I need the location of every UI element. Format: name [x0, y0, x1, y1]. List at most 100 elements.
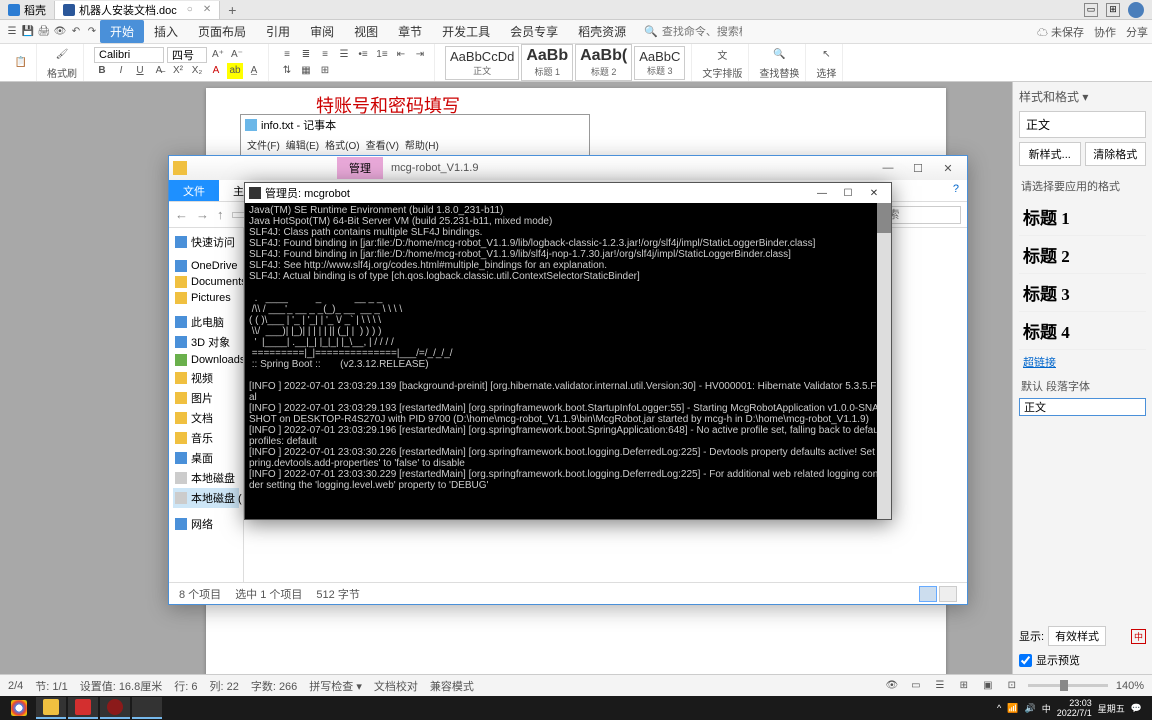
menu-dev[interactable]: 开发工具: [432, 20, 500, 43]
view-outline-icon[interactable]: ☰: [932, 678, 948, 694]
indent-dec-icon[interactable]: ⇤: [393, 47, 409, 63]
sidebar-3d[interactable]: 3D 对象: [173, 332, 239, 352]
maximize-button[interactable]: ☐: [903, 158, 933, 178]
char-count[interactable]: 字数: 266: [251, 678, 297, 694]
sidebar-docs[interactable]: 文档: [173, 408, 239, 428]
scroll-thumb[interactable]: [877, 203, 891, 233]
print-icon[interactable]: 🖨: [36, 24, 52, 40]
avatar[interactable]: [1128, 2, 1144, 18]
border-icon[interactable]: ⊞: [317, 63, 333, 79]
font-color-button[interactable]: A: [208, 63, 224, 79]
explorer-ribbon-tab[interactable]: 管理: [337, 157, 383, 179]
grid-icon[interactable]: ⊞: [1106, 3, 1120, 17]
tab-close-icon[interactable]: ○: [187, 4, 193, 15]
preview-checkbox[interactable]: [1019, 654, 1032, 667]
shrink-font-icon[interactable]: A⁻: [229, 47, 245, 63]
notepad-menu-format[interactable]: 格式(O): [325, 137, 359, 152]
notepad-menu-edit[interactable]: 编辑(E): [286, 137, 319, 152]
minimize-button[interactable]: —: [873, 158, 903, 178]
tray-clock[interactable]: 23:03 2022/7/1: [1057, 698, 1092, 718]
sidebar-music[interactable]: 音乐: [173, 428, 239, 448]
notification-icon[interactable]: 💬: [1131, 703, 1142, 714]
terminal-titlebar[interactable]: 管理员: mcgrobot — ☐ ✕: [245, 183, 891, 203]
zoom-level[interactable]: 140%: [1116, 680, 1144, 692]
menu-layout[interactable]: 页面布局: [188, 20, 256, 43]
shading-icon[interactable]: ▦: [298, 63, 314, 79]
menu-view[interactable]: 视图: [344, 20, 388, 43]
view-details-icon[interactable]: [919, 586, 937, 602]
style-input[interactable]: [1019, 398, 1146, 416]
term-minimize[interactable]: —: [809, 184, 835, 202]
align-center-icon[interactable]: ≣: [298, 47, 314, 63]
text-tools-button[interactable]: 文文字排版: [702, 46, 742, 80]
style-item-h2[interactable]: 标题 2: [1019, 236, 1146, 274]
line-spacing-icon[interactable]: ⇅: [279, 63, 295, 79]
char-border-button[interactable]: A̲: [246, 63, 262, 79]
highlight-button[interactable]: ab: [227, 63, 243, 79]
tab-close-icon[interactable]: ✕: [203, 4, 211, 15]
sidebar-images[interactable]: 图片: [173, 388, 239, 408]
find-replace-button[interactable]: 🔍查找替换: [759, 46, 799, 80]
term-maximize[interactable]: ☐: [835, 184, 861, 202]
style-h1[interactable]: AaBb标题 1: [521, 44, 573, 81]
doc-tab-active[interactable]: 机器人安装文档.doc ○ ✕: [55, 1, 220, 19]
sidebar-videos[interactable]: 视频: [173, 368, 239, 388]
redo-icon[interactable]: ↷: [84, 24, 100, 40]
close-button[interactable]: ✕: [933, 158, 963, 178]
format-painter-button[interactable]: 🖌 格式刷: [47, 46, 77, 80]
tab-add-button[interactable]: +: [220, 0, 244, 20]
sub-button[interactable]: X₂: [189, 63, 205, 79]
notepad-titlebar[interactable]: info.txt - 记事本: [241, 115, 589, 135]
sidebar-quickaccess[interactable]: 快速访问: [173, 232, 239, 252]
menu-ref[interactable]: 引用: [256, 20, 300, 43]
sidebar-onedrive[interactable]: OneDrive: [173, 258, 239, 274]
page-indicator[interactable]: 2/4: [8, 680, 23, 692]
tray-ime-icon[interactable]: 中: [1042, 702, 1051, 715]
view-large-icon[interactable]: [939, 586, 957, 602]
current-style[interactable]: 正文: [1019, 111, 1146, 138]
menu-section[interactable]: 章节: [388, 20, 432, 43]
menu-member[interactable]: 会员专享: [500, 20, 568, 43]
clear-format-button[interactable]: 清除格式: [1085, 142, 1147, 166]
explorer-titlebar[interactable]: 管理 mcg-robot_V1.1.9 — ☐ ✕: [169, 156, 967, 180]
select-button[interactable]: ↖选择: [816, 46, 836, 80]
hyperlink-style[interactable]: 超链接: [1019, 350, 1146, 374]
zoom-fit-icon[interactable]: ⊡: [1004, 678, 1020, 694]
style-body[interactable]: AaBbCcDd正文: [445, 46, 519, 80]
align-right-icon[interactable]: ≡: [317, 47, 333, 63]
view-eye-icon[interactable]: 👁: [884, 678, 900, 694]
panel-title[interactable]: 样式和格式 ▾: [1019, 88, 1146, 105]
task-wps[interactable]: [68, 697, 98, 719]
bold-button[interactable]: B: [94, 63, 110, 79]
notepad-menu-view[interactable]: 查看(V): [366, 137, 399, 152]
forward-button[interactable]: →: [196, 207, 209, 222]
view-web-icon[interactable]: ⊞: [956, 678, 972, 694]
menu-start[interactable]: 开始: [100, 20, 144, 43]
spellcheck-button[interactable]: 拼写检查 ▾: [309, 678, 362, 694]
notepad-menu-file[interactable]: 文件(F): [247, 137, 280, 152]
sidebar-network[interactable]: 网络: [173, 514, 239, 534]
undo-icon[interactable]: ↶: [68, 24, 84, 40]
layout-icon[interactable]: ▭: [1084, 3, 1098, 17]
align-left-icon[interactable]: ≡: [279, 47, 295, 63]
tray-up-icon[interactable]: ^: [997, 703, 1001, 713]
task-terminal[interactable]: [132, 697, 162, 719]
menu-insert[interactable]: 插入: [144, 20, 188, 43]
help-icon[interactable]: ?: [945, 180, 967, 201]
super-button[interactable]: X²: [170, 63, 186, 79]
tray-network-icon[interactable]: 📶: [1007, 703, 1018, 714]
task-recorder[interactable]: [100, 697, 130, 719]
task-chrome[interactable]: [4, 697, 34, 719]
unsaved-label[interactable]: ☁ 未保存: [1037, 24, 1084, 40]
task-explorer[interactable]: [36, 697, 66, 719]
view-read-icon[interactable]: ▣: [980, 678, 996, 694]
style-item-h4[interactable]: 标题 4: [1019, 312, 1146, 350]
menu-dropdown-icon[interactable]: ☰: [4, 24, 20, 40]
menu-review[interactable]: 审阅: [300, 20, 344, 43]
up-button[interactable]: ↑: [217, 207, 224, 222]
show-value[interactable]: 有效样式: [1048, 626, 1106, 646]
grow-font-icon[interactable]: A⁺: [210, 47, 226, 63]
menu-resources[interactable]: 稻壳资源: [568, 20, 636, 43]
sidebar-pictures[interactable]: Pictures: [173, 290, 239, 306]
back-button[interactable]: ←: [175, 207, 188, 222]
